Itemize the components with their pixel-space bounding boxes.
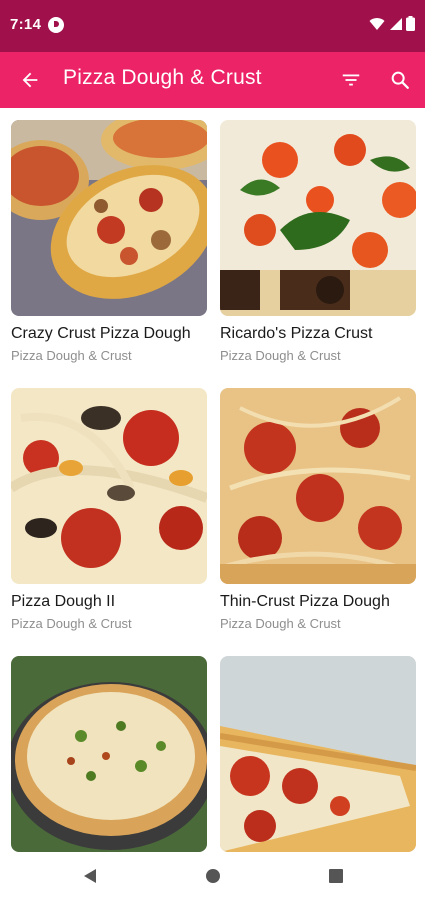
nav-home-icon xyxy=(206,869,220,883)
recipe-image xyxy=(11,656,207,852)
nav-back-button[interactable] xyxy=(78,864,102,888)
recipe-category: Pizza Dough & Crust xyxy=(220,348,341,363)
recipe-card[interactable] xyxy=(11,656,207,852)
recipe-card[interactable]: Pizza Dough II Pizza Dough & Crust xyxy=(11,388,207,631)
recipe-title: Pizza Dough II xyxy=(11,593,116,610)
app-notification-icon xyxy=(48,17,64,33)
recipe-category: Pizza Dough & Crust xyxy=(220,616,341,631)
recipe-title: Ricardo's Pizza Crust xyxy=(220,325,373,342)
search-icon xyxy=(391,71,409,89)
recipe-image xyxy=(11,388,207,584)
wifi-icon xyxy=(369,17,385,30)
recipe-title: Crazy Crust Pizza Dough xyxy=(11,325,191,342)
nav-recents-button[interactable] xyxy=(324,864,348,888)
nav-recents-icon xyxy=(329,869,343,883)
status-icons xyxy=(369,16,415,31)
recipe-image xyxy=(11,120,207,316)
back-button[interactable] xyxy=(14,64,46,96)
search-button[interactable] xyxy=(384,64,416,96)
recipe-card[interactable]: Crazy Crust Pizza Dough Pizza Dough & Cr… xyxy=(11,120,207,363)
recipe-card[interactable]: Ricardo's Pizza Crust Pizza Dough & Crus… xyxy=(220,120,416,363)
recipe-card[interactable]: Thin-Crust Pizza Dough Pizza Dough & Cru… xyxy=(220,388,416,631)
status-bar: 7:14 xyxy=(0,0,425,52)
recipe-category: Pizza Dough & Crust xyxy=(11,616,132,631)
app-bar: Pizza Dough & Crust xyxy=(0,52,425,108)
recipe-image xyxy=(220,120,416,316)
recipe-card[interactable] xyxy=(220,656,416,852)
filter-button[interactable] xyxy=(335,64,367,96)
system-nav-bar xyxy=(0,852,425,900)
filter-icon xyxy=(342,74,360,86)
recipe-image xyxy=(220,656,416,852)
recipe-category: Pizza Dough & Crust xyxy=(11,348,132,363)
page-title: Pizza Dough & Crust xyxy=(63,66,262,89)
status-time: 7:14 xyxy=(10,16,42,33)
nav-back-icon xyxy=(84,869,96,883)
recipe-grid: Crazy Crust Pizza Dough Pizza Dough & Cr… xyxy=(0,108,425,852)
recipe-image xyxy=(220,388,416,584)
back-arrow-icon xyxy=(22,72,38,88)
battery-icon xyxy=(406,16,415,31)
nav-home-button[interactable] xyxy=(201,864,225,888)
cellular-signal-icon xyxy=(390,17,402,30)
recipe-title: Thin-Crust Pizza Dough xyxy=(220,593,390,610)
